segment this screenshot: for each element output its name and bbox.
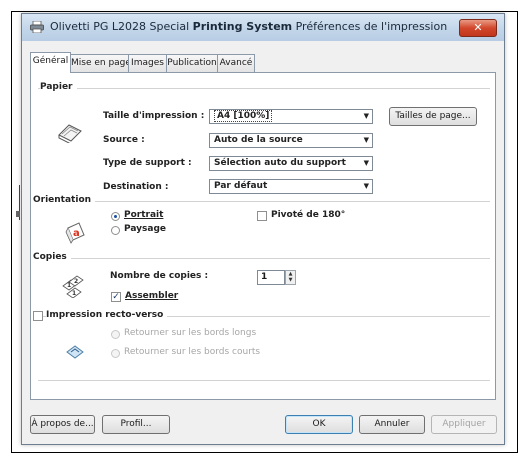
landscape-radio[interactable] — [111, 226, 120, 235]
copies-count-input[interactable]: 1 — [257, 270, 285, 285]
paper-group-line — [38, 88, 490, 89]
svg-text:1: 1 — [67, 282, 71, 289]
general-tab-panel: Papier Taille d'impression : A4 [100%] ▼… — [30, 72, 496, 400]
ok-button[interactable]: OK — [285, 415, 353, 434]
destination-value: Par défaut — [214, 181, 268, 191]
print-size-value: A4 [100%] — [214, 110, 273, 122]
bottom-separator — [38, 380, 490, 381]
source-select[interactable]: Auto de la source ▼ — [209, 133, 373, 148]
window-title: Olivetti PG L2028 Special Printing Syste… — [50, 20, 447, 33]
profile-button[interactable]: Profil... — [102, 415, 170, 434]
destination-label: Destination : — [103, 182, 169, 192]
copies-count-label: Nombre de copies : — [110, 271, 209, 281]
printer-icon — [30, 21, 44, 33]
copies-spinner[interactable]: ▲ ▼ — [285, 270, 296, 285]
destination-select[interactable]: Par défaut ▼ — [209, 179, 373, 194]
chevron-down-icon: ▼ — [363, 136, 369, 144]
close-button[interactable]: ✕ — [459, 19, 497, 37]
collate-label: Assembler — [125, 291, 178, 301]
collate-checkbox[interactable]: ✓ — [111, 292, 121, 302]
print-size-label: Taille d'impression : — [103, 111, 205, 121]
print-preferences-dialog: Olivetti PG L2028 Special Printing Syste… — [21, 13, 505, 445]
tab-general[interactable]: Général — [30, 52, 71, 73]
collate-text: Assembler — [125, 291, 179, 301]
tab-images[interactable]: Images — [128, 54, 167, 72]
collate-copies-icon: 1 2 1 — [62, 275, 84, 298]
title-bold: Printing System — [192, 20, 293, 33]
title-prefix: Olivetti PG L2028 Special — [50, 20, 193, 33]
portrait-radio[interactable] — [111, 212, 120, 221]
duplex-icon — [66, 345, 84, 359]
source-label: Source : — [103, 135, 145, 145]
background-edge-marker — [16, 211, 20, 217]
media-type-value: Sélection auto du support — [214, 158, 346, 168]
tab-advanced[interactable]: Avancé — [217, 54, 255, 72]
paper-group-title: Papier — [40, 82, 77, 92]
long-edge-label: Retourner sur les bords longs — [124, 328, 257, 338]
short-edge-radio[interactable] — [111, 349, 120, 358]
svg-text:1: 1 — [72, 290, 76, 297]
page-sizes-button[interactable]: Tailles de page... — [389, 107, 477, 126]
media-type-label: Type de support : — [103, 158, 192, 168]
svg-text:2: 2 — [74, 278, 78, 285]
tab-publishing[interactable]: Publication — [166, 54, 218, 72]
about-button[interactable]: À propos de... — [30, 415, 95, 434]
title-suffix: Préférences de l'impression — [292, 20, 448, 33]
source-value: Auto de la source — [214, 135, 303, 145]
duplex-label: Impression recto-verso — [46, 310, 168, 320]
apply-button[interactable]: Appliquer — [431, 415, 497, 434]
copies-group-title: Copies — [33, 252, 71, 262]
long-edge-radio[interactable] — [111, 330, 120, 339]
cancel-button[interactable]: Annuler — [359, 415, 425, 434]
tab-layout[interactable]: Mise en page — [70, 54, 131, 72]
portrait-label: Portrait — [124, 210, 163, 220]
short-edge-label: Retourner sur les bords courts — [124, 347, 261, 357]
chevron-down-icon: ▼ — [363, 112, 369, 120]
title-bar[interactable]: Olivetti PG L2028 Special Printing Syste… — [22, 14, 504, 41]
portrait-orientation-icon: a — [65, 222, 85, 244]
media-type-select[interactable]: Sélection auto du support ▼ — [209, 156, 373, 171]
chevron-down-icon: ▼ — [363, 182, 369, 190]
rotate-180-checkbox[interactable] — [257, 211, 267, 221]
svg-text:a: a — [73, 228, 80, 239]
rotate-180-label: Pivoté de 180° — [271, 210, 346, 220]
duplex-checkbox[interactable] — [33, 311, 43, 321]
print-size-select[interactable]: A4 [100%] ▼ — [209, 109, 373, 124]
chevron-down-icon: ▼ — [363, 159, 369, 167]
paper-icon — [58, 124, 82, 143]
orientation-group-line — [38, 201, 490, 202]
copies-group-line — [38, 258, 490, 259]
orientation-group-title: Orientation — [33, 195, 96, 205]
portrait-text: Portrait — [124, 210, 164, 220]
landscape-label: Paysage — [124, 224, 166, 234]
